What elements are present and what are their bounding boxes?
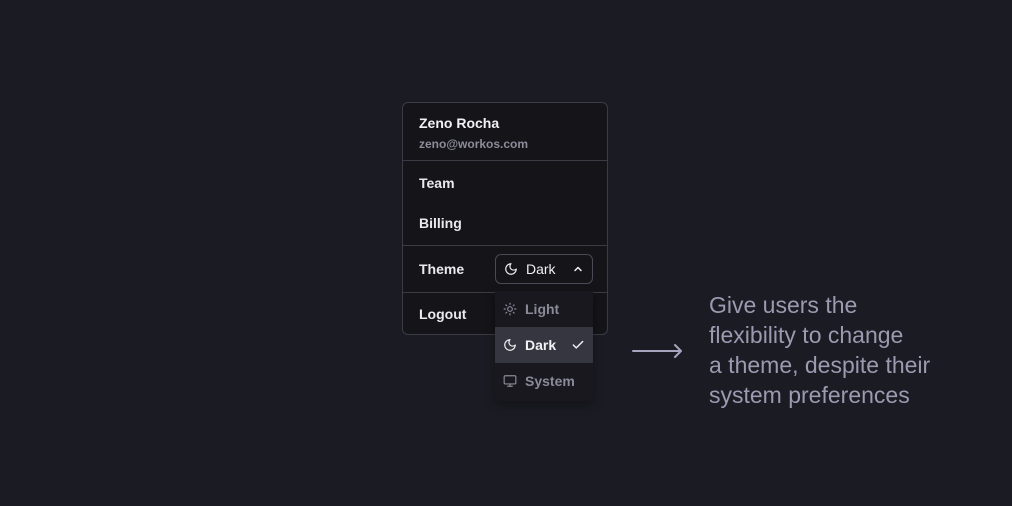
theme-option-dark[interactable]: Dark <box>495 327 593 363</box>
moon-icon <box>504 339 516 351</box>
option-label: Light <box>525 301 560 317</box>
feature-caption: Give users the flexibility to change a t… <box>709 290 999 410</box>
caption-line: Give users the <box>709 292 858 318</box>
user-name: Zeno Rocha <box>419 115 500 131</box>
moon-icon <box>505 263 517 275</box>
menu-item-billing[interactable]: Billing <box>403 203 607 243</box>
caption-line: system preferences <box>709 382 910 408</box>
caption-line: flexibility to change <box>709 322 904 348</box>
theme-select-value: Dark <box>526 261 556 277</box>
theme-options-dropdown: Light Dark System <box>495 291 593 401</box>
theme-option-system[interactable]: System <box>495 363 593 399</box>
check-icon <box>572 340 584 349</box>
user-email: zeno@workos.com <box>419 137 529 151</box>
option-label: System <box>525 373 575 389</box>
theme-select[interactable]: Dark <box>495 254 593 284</box>
arrow-right-icon <box>632 344 682 358</box>
option-label: Dark <box>525 337 557 353</box>
theme-row: Theme Dark <box>403 246 607 292</box>
monitor-icon <box>503 375 517 387</box>
chevron-up-icon <box>574 266 582 272</box>
user-info: Zeno Rocha zeno@workos.com <box>403 103 607 160</box>
theme-label: Theme <box>419 261 465 277</box>
caption-line: a theme, despite their <box>709 352 931 378</box>
sun-icon <box>503 302 517 316</box>
menu-item-team[interactable]: Team <box>403 163 607 203</box>
theme-option-light[interactable]: Light <box>495 291 593 327</box>
